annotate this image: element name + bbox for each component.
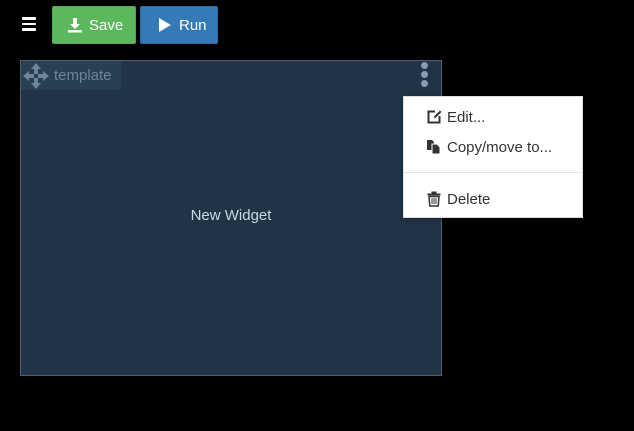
widget-context-menu: Edit... Copy/move to... Delete (403, 96, 583, 218)
play-icon (157, 17, 173, 33)
widget-body-text: New Widget (190, 207, 272, 224)
menu-item-delete-label: Delete (447, 190, 491, 208)
save-button[interactable]: Save (52, 6, 136, 44)
menu-divider (404, 172, 582, 173)
widget-template-name: template (54, 67, 112, 84)
page: Save Run template New Widget Edit... Cop… (0, 0, 634, 431)
widget-panel: template New Widget (20, 60, 442, 376)
menu-item-copy-move-label: Copy/move to... (447, 138, 553, 156)
menu-item-delete[interactable]: Delete (404, 186, 582, 212)
menu-item-copy-move[interactable]: Copy/move to... (404, 134, 582, 160)
hamburger-icon[interactable] (22, 16, 36, 32)
kebab-menu-icon[interactable] (417, 62, 431, 90)
save-button-label: Save (89, 16, 124, 34)
widget-drag-handle[interactable]: template (21, 61, 121, 90)
run-button[interactable]: Run (140, 6, 218, 44)
menu-item-edit[interactable]: Edit... (404, 104, 582, 130)
run-button-label: Run (179, 16, 207, 34)
copy-icon (426, 139, 442, 155)
edit-icon (426, 109, 442, 125)
trash-icon (426, 191, 442, 207)
download-icon (67, 17, 83, 33)
menu-item-edit-label: Edit... (447, 108, 486, 126)
move-arrows-icon (22, 62, 50, 90)
